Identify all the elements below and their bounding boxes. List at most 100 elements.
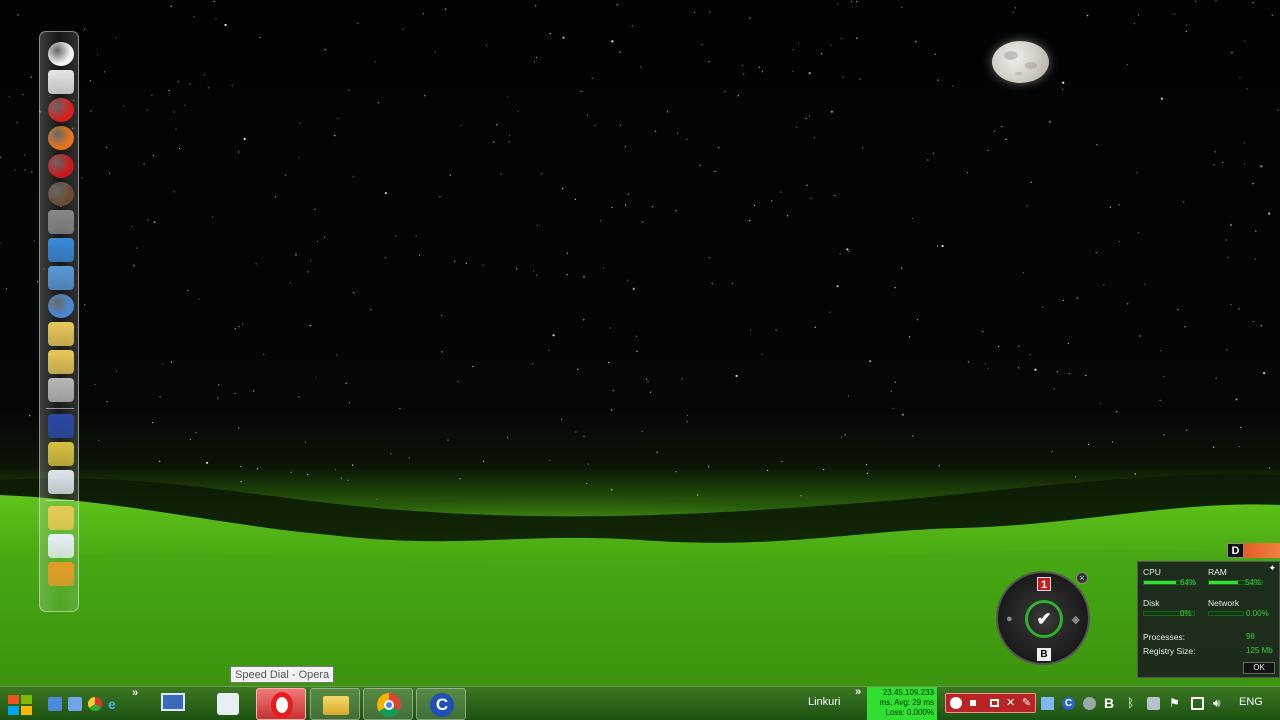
star <box>104 71 106 73</box>
window-icon[interactable] <box>990 699 999 707</box>
bluetooth-icon[interactable]: ᛒ <box>1127 697 1140 710</box>
star <box>642 221 644 223</box>
star <box>352 175 354 177</box>
recycle-bin-icon[interactable] <box>48 470 74 494</box>
network-monitor-icon[interactable] <box>1191 697 1204 710</box>
star <box>152 422 154 424</box>
links-overflow-chevron[interactable]: » <box>855 686 861 698</box>
star <box>465 262 467 264</box>
language-indicator[interactable]: ENG <box>1239 696 1263 708</box>
folder-icon[interactable] <box>48 322 74 346</box>
clock-icon[interactable] <box>48 42 74 66</box>
archive-icon[interactable] <box>48 378 74 402</box>
star <box>89 80 91 82</box>
volume-icon[interactable]: 🔊︎ <box>1213 697 1226 710</box>
taskbar-notepad-button[interactable] <box>203 688 253 720</box>
star <box>30 76 32 78</box>
star <box>549 33 551 35</box>
ladybug-icon[interactable] <box>48 154 74 178</box>
stop-icon[interactable] <box>970 700 976 706</box>
star <box>345 382 347 384</box>
dial-top-badge[interactable]: 1 <box>1037 577 1051 591</box>
star <box>1183 201 1185 203</box>
star <box>81 177 83 179</box>
star <box>307 271 309 273</box>
tray-device-icon[interactable] <box>1147 697 1160 710</box>
star <box>1067 342 1069 344</box>
star <box>627 279 629 281</box>
switch-windows-icon[interactable] <box>68 697 82 711</box>
tray-display-icon[interactable] <box>1041 697 1054 710</box>
dial-left-bulb-icon[interactable]: ● <box>1006 613 1013 625</box>
dial-check-button[interactable]: ✔ <box>1025 600 1063 638</box>
star <box>1022 272 1024 274</box>
taskbar-chrome-button[interactable] <box>363 688 413 720</box>
tray-settings-icon[interactable] <box>1083 697 1096 710</box>
hammer-icon[interactable] <box>48 210 74 234</box>
action-center-flag-icon[interactable]: ⚑ <box>1169 697 1182 710</box>
firefox-icon[interactable] <box>48 126 74 150</box>
coffee-icon[interactable] <box>48 182 74 206</box>
star <box>486 44 488 46</box>
remote-icon[interactable] <box>48 414 74 438</box>
star <box>836 285 839 288</box>
taskbar-tooltip: Speed Dial - Opera <box>230 666 335 683</box>
star <box>259 36 261 39</box>
star <box>994 130 996 132</box>
star <box>709 11 711 13</box>
pen-icon[interactable] <box>48 442 74 466</box>
ping-monitor[interactable]: 23.45.109.233 ms, Avg: 29 ms Loss: 0.000… <box>867 687 937 720</box>
network-icon[interactable] <box>48 238 74 262</box>
star <box>1268 212 1271 215</box>
star <box>612 389 614 392</box>
star <box>1126 64 1129 66</box>
star <box>531 363 534 365</box>
taskbar-explorer-button[interactable] <box>310 688 360 720</box>
dial-widget[interactable]: 1 ● ◆ ✔ B <box>996 571 1090 665</box>
taskbar-computer-button[interactable] <box>148 688 198 720</box>
dial-close-button[interactable]: × <box>1076 572 1088 584</box>
folder-icon[interactable] <box>48 506 74 530</box>
star <box>652 206 654 208</box>
opera-icon[interactable] <box>48 98 74 122</box>
star <box>1244 142 1246 144</box>
star <box>937 79 939 81</box>
chrome-quicklaunch-icon[interactable] <box>88 697 102 711</box>
star <box>1229 223 1232 226</box>
notepad-icon <box>217 693 239 715</box>
star <box>1184 326 1186 328</box>
cpu-meter-icon[interactable] <box>48 562 74 586</box>
tray-b-icon[interactable]: B <box>1104 696 1117 710</box>
scissors-icon[interactable]: ✕ <box>1006 696 1015 709</box>
star <box>619 51 621 53</box>
sysmon-ok-button[interactable]: OK <box>1243 662 1275 674</box>
star <box>508 134 511 136</box>
show-desktop-icon[interactable] <box>48 697 62 711</box>
links-toolbar-label[interactable]: Linkuri <box>808 696 840 708</box>
start-button[interactable] <box>6 693 36 717</box>
dial-right-shield-icon[interactable]: ◆ <box>1072 613 1080 626</box>
pencil-icon[interactable]: ✎ <box>1022 696 1031 709</box>
star <box>541 173 543 175</box>
network-label: Network <box>1208 598 1240 608</box>
star <box>583 319 585 321</box>
folder-icon[interactable] <box>48 350 74 374</box>
taskbar-ccleaner-button[interactable]: C <box>416 688 466 720</box>
star <box>859 78 861 80</box>
notepad-icon[interactable] <box>48 70 74 94</box>
star <box>1254 258 1256 260</box>
tray-ccleaner-icon[interactable]: C <box>1062 697 1075 710</box>
star <box>516 268 518 270</box>
star <box>177 81 179 83</box>
star <box>298 157 300 159</box>
quicklaunch-overflow-chevron[interactable]: » <box>132 687 138 699</box>
star <box>0 243 1 245</box>
record-icon[interactable] <box>950 697 962 709</box>
word-icon[interactable] <box>48 534 74 558</box>
dial-bottom-badge[interactable]: B <box>1037 648 1051 661</box>
ie-quicklaunch-icon[interactable]: e <box>108 697 122 711</box>
sysmon-pin-icon[interactable]: ✦ <box>1268 563 1276 574</box>
taskbar-opera-button[interactable] <box>256 688 306 720</box>
folder-blue-icon[interactable] <box>48 266 74 290</box>
globe-icon[interactable] <box>48 294 74 318</box>
